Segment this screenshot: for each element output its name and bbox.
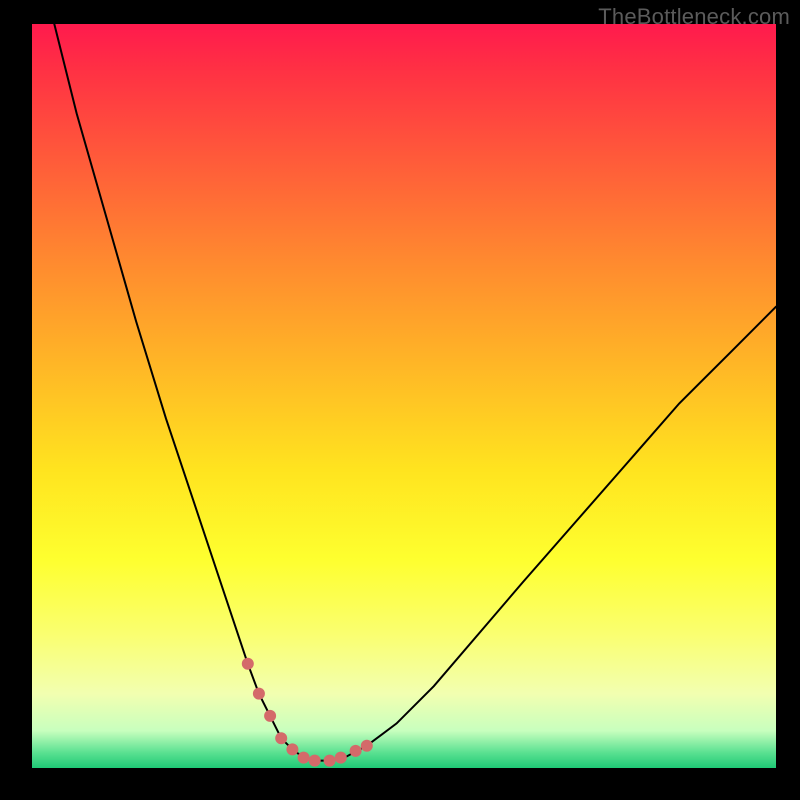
marker-dot [309, 755, 321, 767]
marker-dot [335, 752, 347, 764]
marker-dot [298, 752, 310, 764]
marker-dot [286, 743, 298, 755]
optimal-markers [242, 658, 373, 767]
marker-dot [264, 710, 276, 722]
marker-dot [324, 755, 336, 767]
curve-svg [32, 24, 776, 768]
watermark-text: TheBottleneck.com [598, 4, 790, 30]
marker-dot [361, 740, 373, 752]
marker-dot [350, 745, 362, 757]
marker-dot [275, 732, 287, 744]
chart-frame: TheBottleneck.com [0, 0, 800, 800]
marker-dot [242, 658, 254, 670]
plot-area [32, 24, 776, 768]
bottleneck-curve [54, 24, 776, 761]
marker-dot [253, 688, 265, 700]
